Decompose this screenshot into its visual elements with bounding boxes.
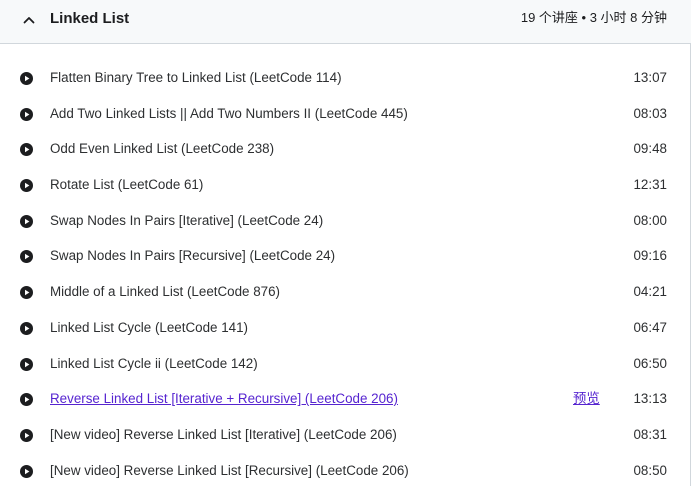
play-circle-icon <box>20 464 33 478</box>
play-circle-icon <box>20 357 33 371</box>
lecture-duration: 04:21 <box>633 284 667 300</box>
lecture-duration: 08:00 <box>633 212 667 228</box>
lecture-item[interactable]: Middle of a Linked List (LeetCode 876) 0… <box>0 274 691 310</box>
play-circle-icon <box>20 428 33 442</box>
play-circle-icon <box>20 321 33 335</box>
play-circle-icon <box>20 250 33 264</box>
lecture-list: Flatten Binary Tree to Linked List (Leet… <box>0 60 691 488</box>
lecture-title: Linked List Cycle (LeetCode 141) <box>50 319 248 335</box>
lecture-item[interactable]: Rotate List (LeetCode 61) 12:31 <box>0 167 691 203</box>
lecture-item[interactable]: Linked List Cycle ii (LeetCode 142) 06:5… <box>0 346 691 382</box>
lecture-duration: 13:13 <box>633 391 667 407</box>
lecture-title: Swap Nodes In Pairs [Recursive] (LeetCod… <box>50 248 336 264</box>
lecture-title: Rotate List (LeetCode 61) <box>50 177 204 193</box>
curriculum-panel: Linked List 19 个讲座 • 3 小时 8 分钟 Flatten B… <box>0 0 691 486</box>
lecture-item[interactable]: Swap Nodes In Pairs [Recursive] (LeetCod… <box>0 238 691 274</box>
lecture-title: Middle of a Linked List (LeetCode 876) <box>50 284 281 300</box>
lecture-title-link[interactable]: Reverse Linked List [Iterative + Recursi… <box>50 390 398 408</box>
lecture-item[interactable]: Add Two Linked Lists || Add Two Numbers … <box>0 96 691 132</box>
play-circle-icon <box>20 286 33 300</box>
play-circle-icon <box>20 214 33 228</box>
lecture-item[interactable]: [New video] Reverse Linked List [Recursi… <box>0 453 691 488</box>
lecture-title: Swap Nodes In Pairs [Iterative] (LeetCod… <box>50 212 324 228</box>
lecture-title: Odd Even Linked List (LeetCode 238) <box>50 141 275 157</box>
lecture-item[interactable]: Flatten Binary Tree to Linked List (Leet… <box>0 60 691 96</box>
play-circle-icon <box>20 179 33 193</box>
lecture-title: Flatten Binary Tree to Linked List (Leet… <box>50 70 342 85</box>
lecture-duration: 06:50 <box>633 355 667 371</box>
lecture-duration: 09:16 <box>633 248 667 264</box>
section-meta: 19 个讲座 • 3 小时 8 分钟 <box>520 10 667 25</box>
lecture-title: Add Two Linked Lists || Add Two Numbers … <box>50 105 408 121</box>
lecture-title: Linked List Cycle ii (LeetCode 142) <box>50 355 258 371</box>
lecture-item[interactable]: Reverse Linked List [Iterative + Recursi… <box>0 381 691 417</box>
preview-link[interactable]: 预览 <box>573 390 600 408</box>
lecture-duration: 12:31 <box>633 177 667 193</box>
lecture-item[interactable]: Odd Even Linked List (LeetCode 238) 09:4… <box>0 131 691 167</box>
lecture-duration: 08:31 <box>633 426 667 442</box>
section-header[interactable]: Linked List 19 个讲座 • 3 小时 8 分钟 <box>0 0 691 44</box>
lecture-duration: 08:50 <box>633 462 667 478</box>
lecture-item[interactable]: Linked List Cycle (LeetCode 141) 06:47 <box>0 310 691 346</box>
lecture-item[interactable]: Swap Nodes In Pairs [Iterative] (LeetCod… <box>0 203 691 239</box>
lecture-duration: 09:48 <box>633 141 667 157</box>
play-circle-icon <box>20 72 33 85</box>
lecture-duration: 06:47 <box>633 319 667 335</box>
play-circle-icon <box>20 143 33 157</box>
lecture-duration: 08:03 <box>633 105 667 121</box>
lecture-title: [New video] Reverse Linked List [Iterati… <box>50 426 397 442</box>
lecture-item[interactable]: [New video] Reverse Linked List [Iterati… <box>0 417 691 453</box>
section-title: Linked List <box>50 10 130 27</box>
play-circle-icon <box>20 393 33 407</box>
lecture-duration: 13:07 <box>633 70 667 85</box>
lecture-title: [New video] Reverse Linked List [Recursi… <box>50 462 409 478</box>
chevron-up-icon[interactable] <box>22 13 36 27</box>
play-circle-icon <box>20 107 33 121</box>
